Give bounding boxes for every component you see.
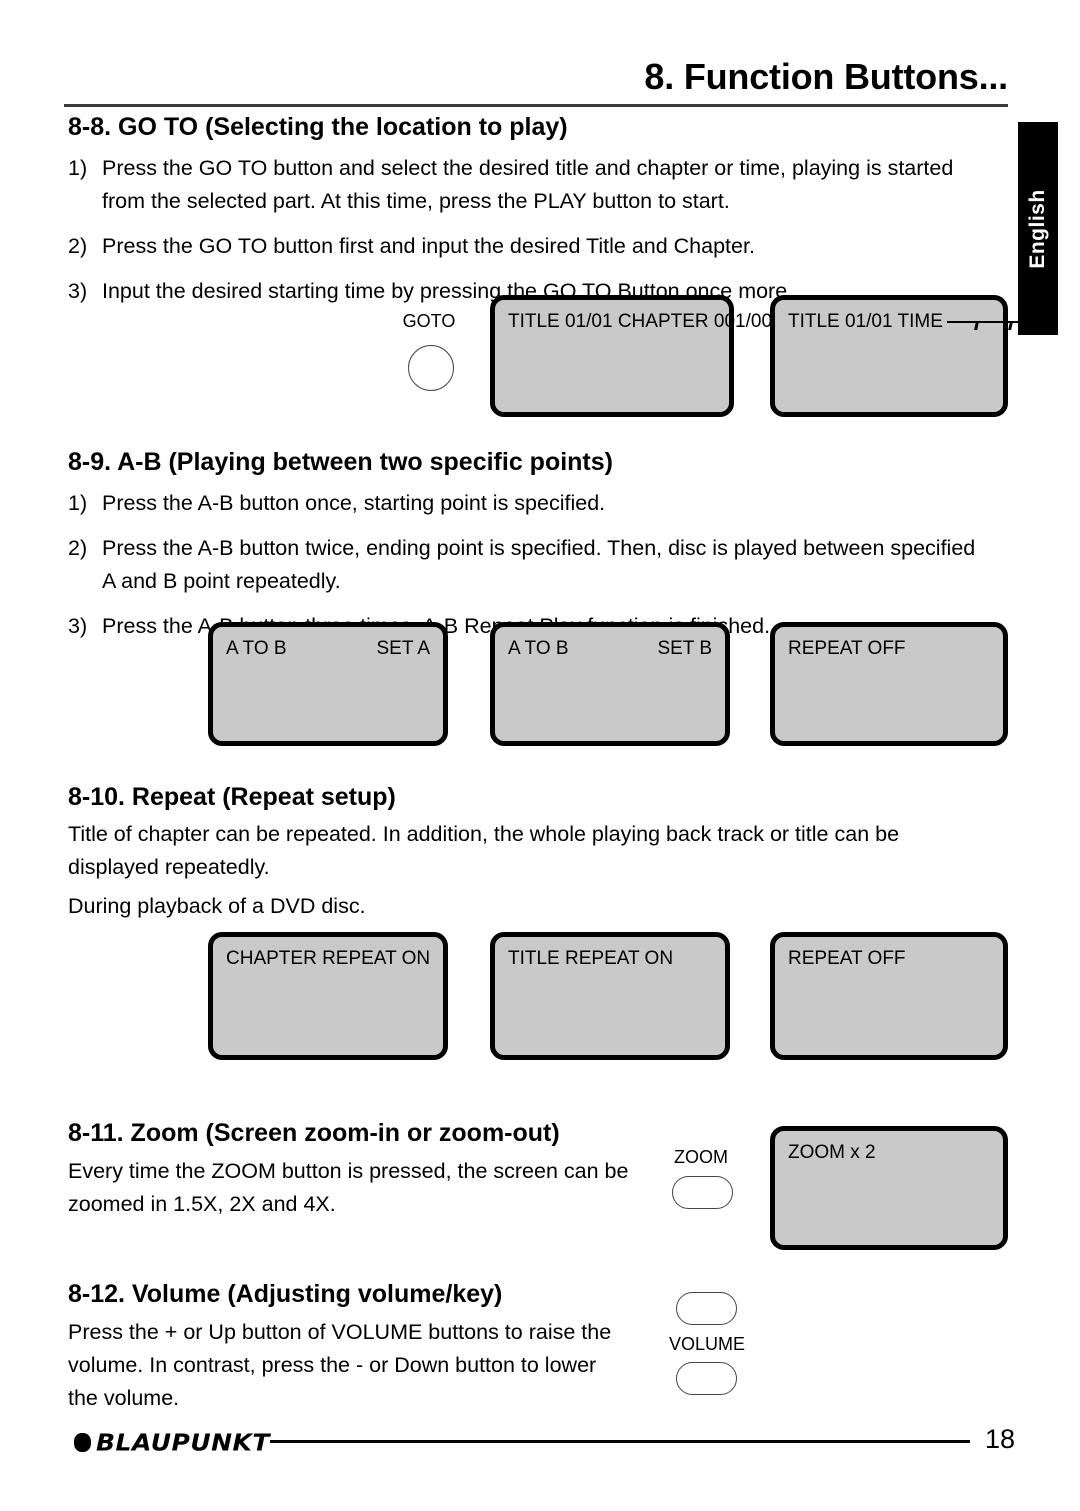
list-item: 2) Press the A-B button twice, ending po…	[68, 532, 988, 598]
blaupunkt-dot-icon	[74, 1433, 91, 1452]
goto-button[interactable]	[408, 345, 454, 391]
list-item-number: 2)	[68, 536, 88, 560]
page-title: 8. Function Buttons...	[644, 56, 1008, 97]
osd-text-left: REPEAT OFF	[788, 948, 906, 969]
osd-text-left: CHAPTER REPEAT ON	[226, 948, 431, 969]
list-item-text: Press the GO TO button first and input t…	[102, 234, 755, 258]
osd-display: ZOOM x 2	[770, 1126, 1008, 1250]
goto-button-label: GOTO	[402, 311, 456, 331]
language-tab-english: English	[1018, 122, 1058, 335]
list-item-number: 2)	[68, 234, 88, 258]
osd-text-right: SET A	[376, 638, 430, 659]
osd-display: CHAPTER REPEAT ON	[208, 932, 448, 1060]
footer-divider	[270, 1440, 970, 1443]
section-heading-repeat: 8-10. Repeat (Repeat setup)	[68, 783, 396, 811]
volume-down-button[interactable]	[676, 1362, 737, 1395]
list-item-text: Press the A-B button once, starting poin…	[102, 491, 606, 515]
osd-line: REPEAT OFF	[788, 947, 990, 971]
osd-text-left: TITLE REPEAT ON	[508, 948, 674, 969]
zoom-button-label: ZOOM	[674, 1147, 728, 1167]
osd-display: A TO B SET A	[208, 622, 448, 746]
list-item-number: 1)	[68, 491, 88, 515]
repeat-paragraph-2: During playback of a DVD disc.	[68, 894, 366, 918]
osd-line: REPEAT OFF	[788, 637, 990, 661]
header-divider	[64, 104, 1008, 107]
osd-display: A TO B SET B	[490, 622, 730, 746]
osd-line: ZOOM x 2	[788, 1141, 990, 1165]
osd-text-left: A TO B	[508, 638, 569, 659]
osd-line: CHAPTER REPEAT ON	[226, 947, 430, 971]
osd-line: TITLE REPEAT ON	[508, 947, 712, 971]
section-heading-zoom: 8-11. Zoom (Screen zoom-in or zoom-out)	[68, 1119, 560, 1147]
section-heading-volume: 8-12. Volume (Adjusting volume/key)	[68, 1280, 503, 1308]
repeat-paragraph-1: Title of chapter can be repeated. In add…	[68, 822, 900, 879]
section-heading-ab: 8-9. A-B (Playing between two specific p…	[68, 448, 613, 476]
brand-logo: BLAUPUNKT	[74, 1428, 270, 1457]
osd-text-left: REPEAT OFF	[788, 638, 906, 659]
list-item-number: 3)	[68, 614, 88, 638]
volume-button-label: VOLUME	[669, 1334, 746, 1354]
osd-display: TITLE 01/01 TIME	[770, 295, 1043, 417]
list-item: 1) Press the A-B button once, starting p…	[68, 487, 988, 520]
time-placeholder-dashes	[946, 312, 1043, 332]
page-number: 18	[985, 1424, 1016, 1454]
zoom-button[interactable]	[672, 1176, 733, 1209]
list-item-number: 1)	[68, 156, 88, 180]
osd-line: TITLE 01/01 TIME	[788, 310, 1043, 334]
osd-text-left: TITLE 01/01 TIME	[788, 311, 943, 332]
osd-text-left: A TO B	[226, 638, 287, 659]
osd-display: REPEAT OFF	[770, 622, 1008, 746]
osd-text-right: SET B	[657, 638, 712, 659]
brand-name: BLAUPUNKT	[96, 1429, 270, 1456]
list-item: 1) Press the GO TO button and select the…	[68, 152, 988, 218]
list-item: 2) Press the GO TO button first and inpu…	[68, 230, 988, 263]
osd-line: TITLE 01/01 CHAPTER 001/008	[508, 310, 783, 334]
zoom-paragraph: Every time the ZOOM button is pressed, t…	[68, 1159, 629, 1216]
list-item-text: Press the GO TO button and select the de…	[102, 156, 954, 213]
step-list-goto: 1) Press the GO TO button and select the…	[68, 152, 988, 308]
osd-display: REPEAT OFF	[770, 932, 1008, 1060]
osd-display: TITLE 01/01 CHAPTER 001/008	[490, 295, 783, 417]
list-item-number: 3)	[68, 279, 88, 303]
volume-up-button[interactable]	[676, 1292, 737, 1325]
osd-line: A TO B SET A	[226, 637, 430, 661]
volume-paragraph: Press the + or Up button of VOLUME butto…	[68, 1320, 612, 1410]
osd-line: A TO B SET B	[508, 637, 712, 661]
section-heading-goto: 8-8. GO TO (Selecting the location to pl…	[68, 113, 568, 141]
list-item-text: Press the A-B button twice, ending point…	[102, 536, 976, 593]
osd-text-left: TITLE 01/01 CHAPTER 001/008	[508, 311, 783, 332]
manual-page: 8. Function Buttons... English 8-8. GO T…	[0, 0, 1080, 1511]
osd-display: TITLE REPEAT ON	[490, 932, 730, 1060]
language-tab-label: English	[1026, 188, 1049, 269]
osd-text-left: ZOOM x 2	[788, 1142, 876, 1163]
step-list-ab: 1) Press the A-B button once, starting p…	[68, 487, 988, 643]
